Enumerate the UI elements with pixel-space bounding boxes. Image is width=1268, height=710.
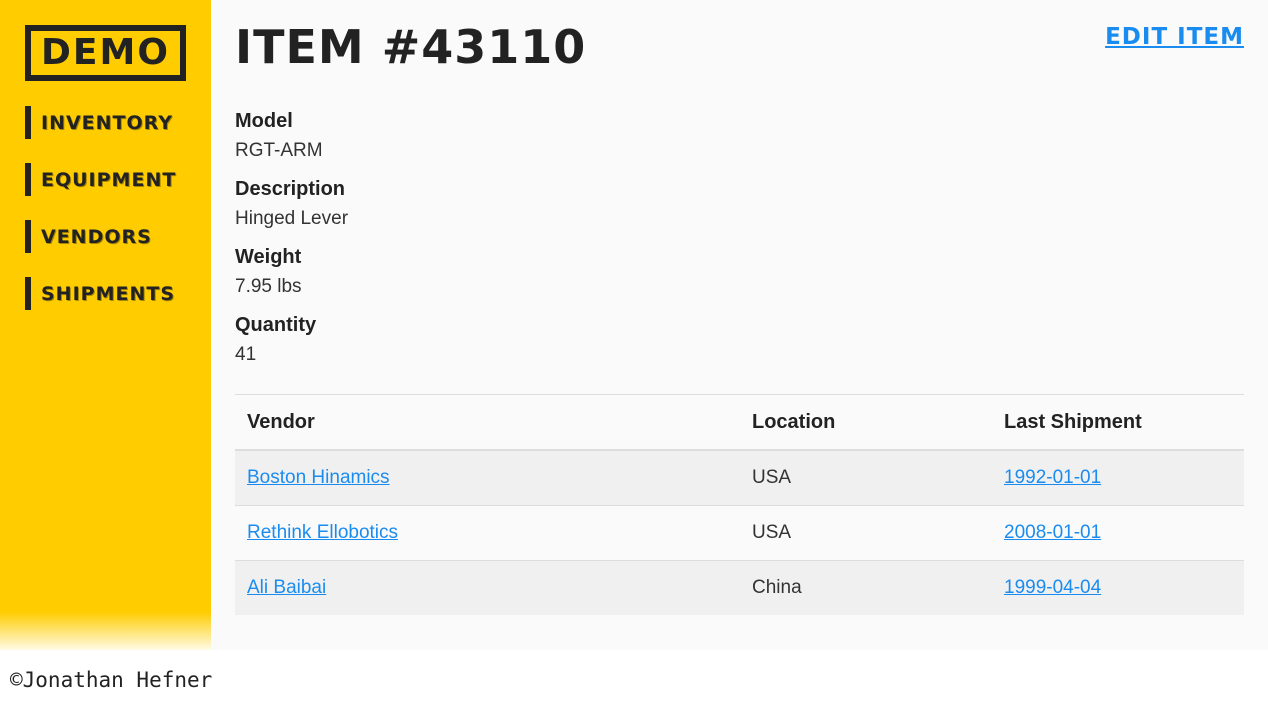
last-shipment-cell: 1999-04-04 bbox=[992, 560, 1244, 615]
vendor-cell: Boston Hinamics bbox=[235, 450, 740, 506]
sidebar-item-inventory[interactable]: Inventory bbox=[25, 106, 176, 139]
sidebar-item-equipment[interactable]: Equipment bbox=[25, 163, 176, 196]
quantity-value: 41 bbox=[235, 344, 257, 365]
sidebar-item-vendors[interactable]: Vendors bbox=[25, 220, 176, 253]
vendor-cell: Rethink Ellobotics bbox=[235, 505, 740, 561]
table-header-row: Vendor Location Last Shipment bbox=[235, 395, 1244, 451]
location-cell: USA bbox=[740, 450, 992, 506]
logo[interactable]: DEMO bbox=[25, 25, 186, 81]
shipment-link[interactable]: 1992-01-01 bbox=[1004, 467, 1101, 488]
sidebar: DEMO Inventory Equipment Vendors Shipmen… bbox=[0, 0, 211, 650]
vendor-cell: Ali Baibai bbox=[235, 560, 740, 615]
column-header-vendor: Vendor bbox=[235, 395, 740, 451]
vendor-link[interactable]: Boston Hinamics bbox=[247, 467, 390, 488]
vendor-link[interactable]: Rethink Ellobotics bbox=[247, 522, 398, 543]
vendor-table-container: Vendor Location Last Shipment Boston Hin… bbox=[235, 394, 1244, 615]
weight-value: 7.95 lbs bbox=[235, 276, 302, 297]
model-label: Model bbox=[235, 110, 293, 132]
shipment-link[interactable]: 2008-01-01 bbox=[1004, 522, 1101, 543]
page-title: Item #43110 bbox=[235, 20, 587, 74]
quantity-label: Quantity bbox=[235, 314, 317, 336]
description-value: Hinged Lever bbox=[235, 208, 349, 229]
sidebar-item-shipments[interactable]: Shipments bbox=[25, 277, 176, 310]
last-shipment-cell: 2008-01-01 bbox=[992, 505, 1244, 561]
description-label: Description bbox=[235, 178, 346, 200]
column-header-location: Location bbox=[740, 395, 992, 451]
shipment-link[interactable]: 1999-04-04 bbox=[1004, 577, 1101, 598]
last-shipment-cell: 1992-01-01 bbox=[992, 450, 1244, 506]
table-row: Rethink Ellobotics USA 2008-01-01 bbox=[235, 505, 1244, 561]
column-header-last-shipment: Last Shipment bbox=[992, 395, 1244, 451]
copyright-footer: ©Jonathan Hefner bbox=[10, 668, 213, 692]
item-details: Model RGT-ARM Description Hinged Lever W… bbox=[235, 108, 348, 380]
edit-item-link[interactable]: Edit Item bbox=[1105, 24, 1244, 50]
weight-label: Weight bbox=[235, 246, 302, 268]
vendor-table: Vendor Location Last Shipment Boston Hin… bbox=[235, 395, 1244, 615]
table-row: Boston Hinamics USA 1992-01-01 bbox=[235, 450, 1244, 506]
vendor-link[interactable]: Ali Baibai bbox=[247, 577, 326, 598]
location-cell: China bbox=[740, 560, 992, 615]
app-window: DEMO Inventory Equipment Vendors Shipmen… bbox=[0, 0, 1268, 650]
table-row: Ali Baibai China 1999-04-04 bbox=[235, 560, 1244, 615]
location-cell: USA bbox=[740, 505, 992, 561]
sidebar-nav: Inventory Equipment Vendors Shipments bbox=[25, 106, 176, 334]
model-value: RGT-ARM bbox=[235, 140, 323, 161]
